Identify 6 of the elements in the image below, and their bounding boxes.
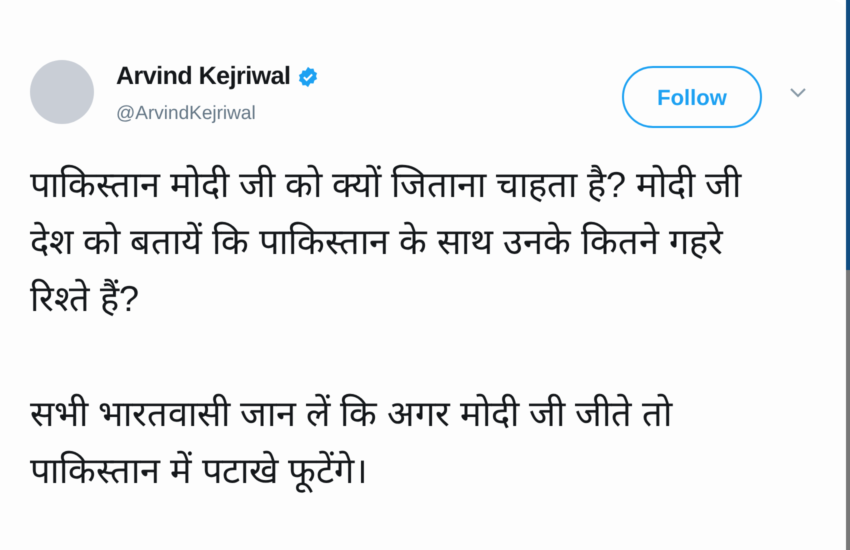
tweet-text: सभी भारतवासी जान लें कि अगर मोदी जी जीते तो पाकिस्तान में पटाखे फूटेंगे। [30, 392, 674, 495]
chevron-down-icon[interactable] [790, 88, 806, 98]
tweet-text: पाकिस्तान मोदी जी को क्यों जिताना चाहता है? मोदी जी देश को बतायें कि पाकिस्तान के साथ उनके कितने गहरे रिश्ते हैं? [30, 163, 743, 321]
author-handle: @ArvindKejriwal [116, 102, 257, 126]
author-name: Arvind Kejriwal [116, 61, 290, 92]
follow-button[interactable]: Follow [622, 66, 762, 128]
